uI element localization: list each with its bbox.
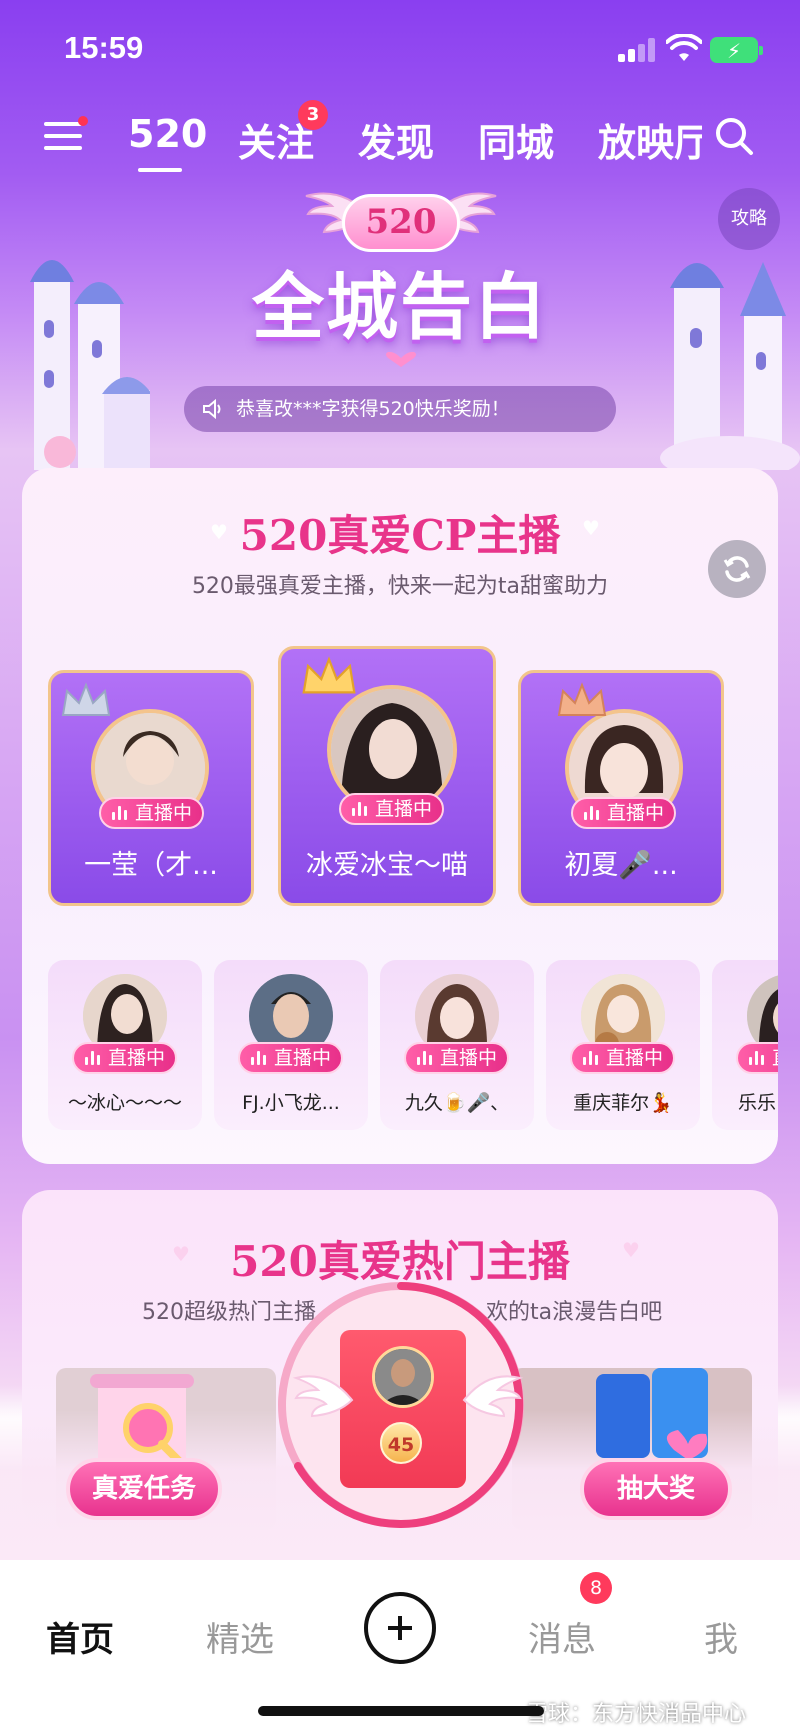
speaker-icon — [203, 399, 221, 419]
wing-left-icon — [292, 1375, 354, 1418]
live-wave-icon — [251, 1051, 267, 1065]
battery-icon: ⚡ — [710, 37, 763, 63]
anchor-list-item[interactable]: 直播中 九久🍺🎤、 — [380, 960, 534, 1130]
anchor-name: 乐乐 — [738, 1092, 777, 1114]
create-plus-button[interactable] — [364, 1592, 436, 1664]
anchor-name: 一莹（才... — [84, 850, 218, 881]
anchor-list-item[interactable]: 直播中 乐乐 — [712, 960, 778, 1130]
live-wave-icon — [583, 1051, 599, 1065]
wing-right-icon — [462, 1375, 524, 1418]
nav-me[interactable]: 我 — [704, 1612, 738, 1661]
signal-icon — [618, 38, 658, 62]
live-badge: 直播中 — [339, 793, 445, 825]
nav-home[interactable]: 首页 — [46, 1612, 114, 1661]
redpacket-count: 45 — [380, 1422, 422, 1464]
anchor-name: 九久🍺🎤、 — [404, 1092, 510, 1114]
featured-anchor-card[interactable]: 直播中 一莹（才... — [48, 670, 254, 906]
following-badge: 3 — [298, 100, 328, 130]
refresh-icon — [723, 556, 751, 582]
messages-badge: 8 — [580, 1572, 612, 1604]
live-badge: 直播中 — [72, 1042, 178, 1074]
anchor-name: FJ.小飞龙... — [242, 1092, 340, 1114]
cp-section-title: 520真爱CP主播 — [239, 511, 561, 560]
tab-nearby[interactable]: 同城 — [478, 112, 554, 167]
live-wave-icon — [85, 1051, 101, 1065]
castle-left-illustration — [30, 260, 150, 470]
refresh-button[interactable] — [708, 540, 766, 598]
anchor-list-item[interactable]: 直播中 FJ.小飞龙... — [214, 960, 368, 1130]
anchor-list-item[interactable]: 直播中 ～冰心～～～ — [48, 960, 202, 1130]
anchor-name: ～冰心～～～ — [67, 1092, 182, 1114]
live-badge: 直播中 — [570, 1042, 676, 1074]
redpacket-avatar — [372, 1346, 434, 1408]
crown-icon — [557, 682, 607, 716]
love-task-button[interactable]: 真爱任务 — [66, 1458, 222, 1520]
status-bar: 15:59 ⚡ — [0, 0, 800, 100]
live-badge: 直播中 — [736, 1042, 778, 1074]
hot-section-title: 520真爱热门主播 — [230, 1237, 570, 1286]
live-wave-icon — [749, 1051, 765, 1065]
notice-text: 恭喜改***字获得520快乐奖励！ — [236, 398, 510, 420]
tab-520[interactable]: 520 — [128, 112, 207, 156]
nav-featured[interactable]: 精选 — [206, 1612, 274, 1661]
live-wave-icon — [417, 1051, 433, 1065]
anchor-name: 冰爱冰宝～喵 — [306, 850, 468, 881]
lottery-button[interactable]: 抽大奖 — [580, 1458, 732, 1520]
featured-anchor-card[interactable]: 直播中 初夏🎤... — [518, 670, 724, 906]
anchor-name: 重庆菲尔💃 — [573, 1092, 673, 1114]
cp-anchor-card: ♥ ♥ 520真爱CP主播 520最强真爱主播，快来一起为ta甜蜜助力 直播中 … — [22, 468, 778, 1164]
featured-anchor-card[interactable]: 直播中 冰爱冰宝～喵 — [278, 646, 496, 906]
menu-notification-dot — [78, 116, 88, 126]
wifi-icon — [666, 34, 702, 61]
nav-messages[interactable]: 消息 — [528, 1612, 596, 1661]
search-icon[interactable] — [714, 116, 754, 156]
live-wave-icon — [584, 806, 600, 820]
watermark: 雪球：东方快消品中心 — [526, 1702, 747, 1727]
top-nav: 520 关注 3 发现 同城 放映厅 — [0, 100, 800, 180]
crown-icon — [61, 682, 111, 716]
live-badge: 直播中 — [238, 1042, 344, 1074]
tab-cinema[interactable]: 放映厅 — [598, 112, 702, 167]
home-indicator — [258, 1706, 544, 1716]
status-time: 15:59 — [64, 30, 144, 65]
phone-prize-illustration — [596, 1368, 708, 1460]
notice-bar: 恭喜改***字获得520快乐奖励！ — [184, 386, 616, 432]
anchor-name: 初夏🎤... — [564, 850, 678, 881]
heart-decoration-icon — [386, 352, 416, 367]
active-tab-indicator — [138, 168, 182, 172]
menu-icon[interactable] — [44, 120, 82, 152]
strategy-button[interactable]: 攻略 — [718, 188, 780, 250]
crown-icon — [302, 656, 356, 694]
cp-section-subtitle: 520最强真爱主播，快来一起为ta甜蜜助力 — [191, 574, 609, 599]
live-badge: 直播中 — [99, 797, 205, 829]
bottom-nav: 首页 精选 消息 8 我 雪球：东方快消品中心 — [0, 1560, 800, 1731]
castle-right-illustration — [660, 262, 800, 470]
anchor-list-item[interactable]: 直播中 重庆菲尔💃 — [546, 960, 700, 1130]
live-wave-icon — [112, 806, 128, 820]
live-badge: 直播中 — [404, 1042, 510, 1074]
banner-title: 全城告白 — [251, 265, 548, 349]
tab-discover[interactable]: 发现 — [358, 112, 434, 167]
banner-520-badge: 520 — [342, 194, 460, 252]
live-wave-icon — [352, 802, 368, 816]
live-badge: 直播中 — [571, 797, 677, 829]
